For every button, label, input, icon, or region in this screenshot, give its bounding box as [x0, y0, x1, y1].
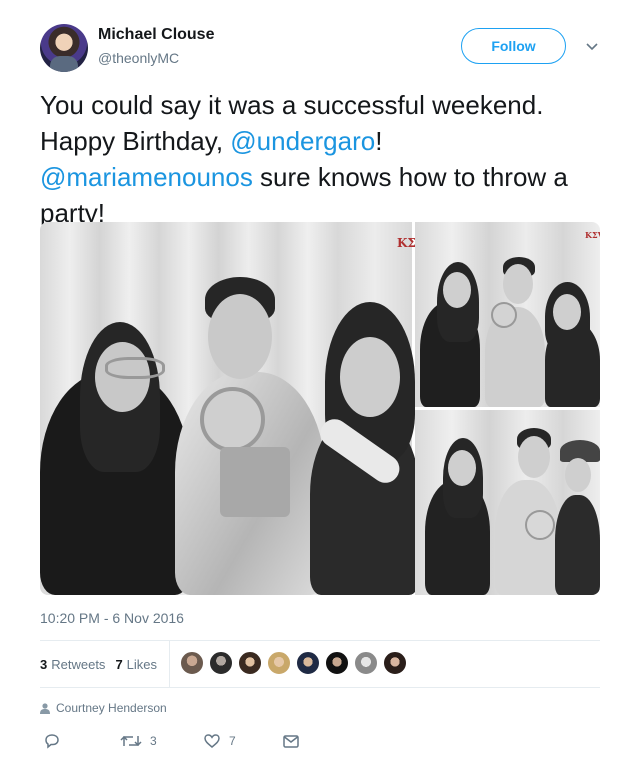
- retweet-icon: [120, 735, 142, 747]
- like-button[interactable]: 7: [203, 730, 236, 752]
- direct-message-button[interactable]: [282, 730, 300, 752]
- mention-link[interactable]: @mariamenounos: [40, 162, 253, 192]
- tweet-timestamp[interactable]: 10:20 PM - 6 Nov 2016: [40, 610, 184, 626]
- liker-avatar[interactable]: [354, 651, 378, 675]
- related-user[interactable]: Courtney Henderson: [40, 701, 167, 715]
- tweet-text: You could say it was a successful weeken…: [40, 87, 612, 231]
- photo-bottom-right[interactable]: [415, 410, 600, 595]
- related-user-name: Courtney Henderson: [56, 701, 167, 715]
- retweets-label: Retweets: [51, 656, 106, 672]
- liker-avatar[interactable]: [238, 651, 262, 675]
- reply-button[interactable]: [43, 730, 61, 752]
- author-name[interactable]: Michael Clouse: [98, 26, 214, 44]
- avatar[interactable]: [40, 24, 88, 72]
- liker-avatar[interactable]: [383, 651, 407, 675]
- divider: [40, 687, 600, 688]
- tweet-text-segment: Happy Birthday,: [40, 126, 231, 156]
- photo-main[interactable]: KΣ: [40, 222, 420, 595]
- tweet-text-segment: sure knows how to throw a: [252, 162, 568, 192]
- liker-avatar[interactable]: [180, 651, 204, 675]
- like-count: 7: [229, 734, 236, 748]
- tweet-stats: 3 Retweets 7 Likes: [40, 653, 167, 675]
- likes-count: 7: [115, 656, 123, 672]
- message-icon: [283, 735, 299, 748]
- retweet-count: 3: [150, 734, 157, 748]
- retweets-count: 3: [40, 656, 48, 672]
- tweet-line: You could say it was a successful weeken…: [40, 90, 544, 120]
- logo-mark: KΣ: [397, 236, 416, 250]
- liker-avatar[interactable]: [209, 651, 233, 675]
- tweet-text-segment: !: [375, 126, 383, 156]
- photo-top-right[interactable]: KΣV: [415, 222, 600, 407]
- tweet-line: @mariamenounos sure knows how to throw a: [40, 159, 612, 195]
- tweet-line: Happy Birthday, @undergaro!: [40, 123, 612, 159]
- chevron-down-icon[interactable]: [584, 38, 600, 54]
- divider: [169, 641, 170, 687]
- retweet-button[interactable]: 3: [120, 730, 157, 752]
- tweet-header: Michael Clouse @theonlyMC Follow: [40, 24, 600, 72]
- divider: [40, 640, 600, 641]
- logo-mark: KΣV: [585, 230, 600, 240]
- liker-avatar[interactable]: [325, 651, 349, 675]
- follow-button[interactable]: Follow: [461, 28, 566, 64]
- heart-icon: [204, 734, 220, 748]
- mention-link[interactable]: @undergaro: [230, 126, 375, 156]
- liker-avatar[interactable]: [296, 651, 320, 675]
- retweets-stat[interactable]: 3 Retweets: [40, 657, 105, 672]
- liker-avatar[interactable]: [267, 651, 291, 675]
- liker-avatars: [180, 651, 412, 675]
- author-handle[interactable]: @theonlyMC: [98, 50, 179, 66]
- likes-label: Likes: [126, 656, 158, 672]
- media-grid: KΣ KΣV: [40, 222, 600, 595]
- likes-stat[interactable]: 7 Likes: [115, 657, 157, 672]
- reply-icon: [45, 734, 59, 749]
- person-icon: [40, 702, 50, 714]
